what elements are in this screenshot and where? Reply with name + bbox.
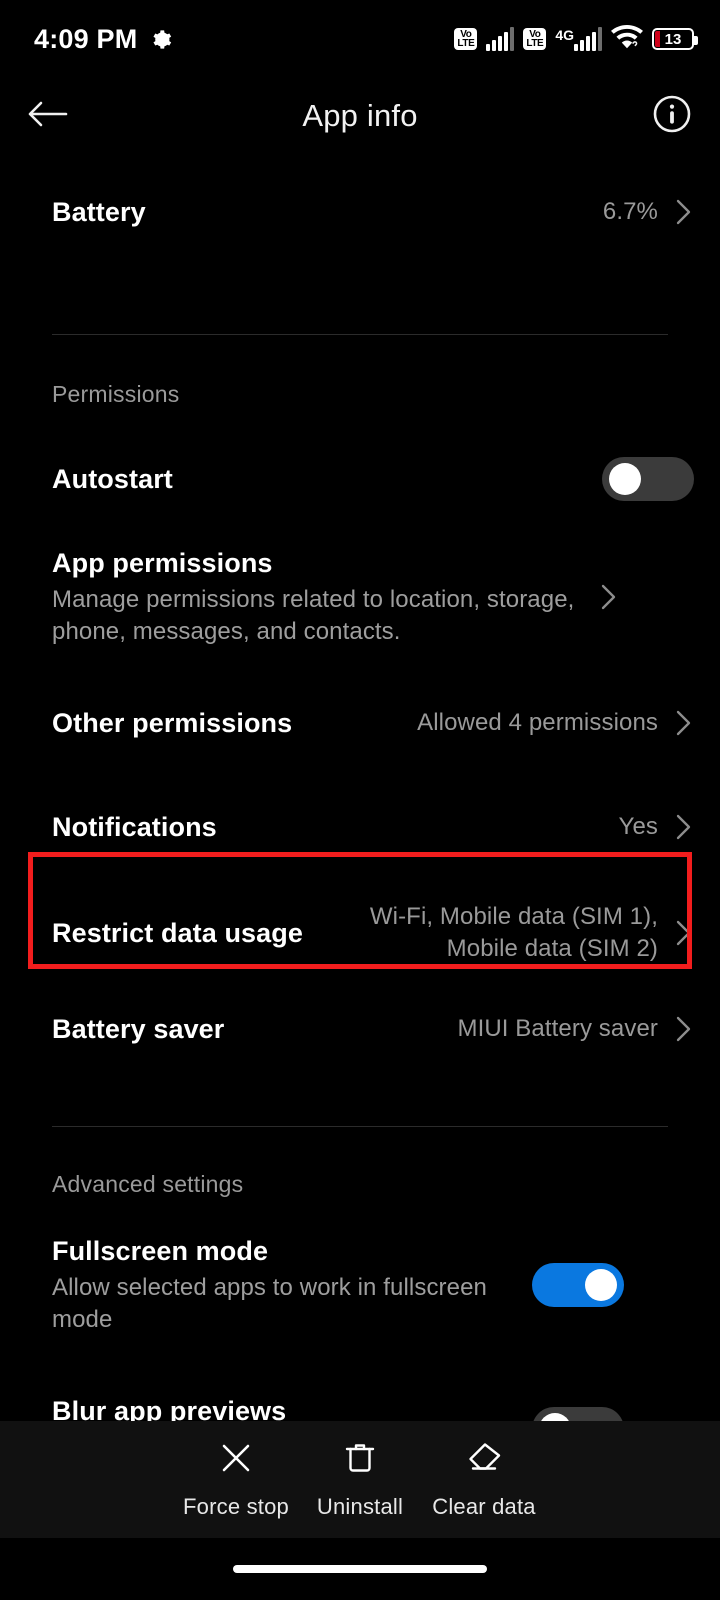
row-restrict-data-usage[interactable]: Restrict data usage Wi-Fi, Mobile data (… bbox=[0, 875, 720, 990]
info-circle-icon bbox=[652, 94, 692, 139]
row-battery-saver[interactable]: Battery saver MIUI Battery saver bbox=[0, 990, 720, 1068]
section-header-advanced-settings: Advanced settings bbox=[52, 1171, 244, 1197]
uninstall-label: Uninstall bbox=[316, 1494, 404, 1519]
row-fullscreen-mode-title: Fullscreen mode bbox=[52, 1236, 269, 1266]
status-bar-right: Vo LTE Vo LTE 4G 13 bbox=[454, 24, 698, 54]
row-autostart-main: Autostart bbox=[52, 462, 602, 496]
bottom-action-bar: Force stop Uninstall Clear data bbox=[0, 1421, 720, 1538]
clear-data-button[interactable]: Clear data bbox=[422, 1439, 546, 1520]
clear-data-label: Clear data bbox=[432, 1494, 536, 1519]
row-autostart[interactable]: Autostart bbox=[0, 441, 720, 517]
fullscreen-mode-toggle[interactable] bbox=[532, 1263, 624, 1307]
row-battery-main: Battery bbox=[52, 195, 603, 229]
row-notifications[interactable]: Notifications Yes bbox=[0, 789, 720, 865]
eraser-icon bbox=[465, 1439, 503, 1482]
network-type-label: 4G bbox=[555, 27, 574, 43]
back-button[interactable] bbox=[0, 78, 96, 154]
page-title: App info bbox=[302, 98, 418, 133]
status-bar-clock: 4:09 PM bbox=[34, 23, 138, 54]
uninstall-button[interactable]: Uninstall bbox=[298, 1439, 422, 1520]
battery-icon: 13 bbox=[652, 28, 698, 50]
signal-bars-sim1-icon bbox=[486, 27, 515, 51]
row-app-permissions-main: App permissions Manage permissions relat… bbox=[52, 546, 597, 648]
mobile-network-sim2-group: 4G bbox=[555, 27, 602, 51]
row-autostart-title: Autostart bbox=[52, 464, 173, 494]
row-restrict-data-usage-title: Restrict data usage bbox=[52, 917, 303, 948]
status-bar-left: 4:09 PM bbox=[34, 24, 172, 55]
force-stop-button[interactable]: Force stop bbox=[174, 1439, 298, 1520]
battery-percent-label: 13 bbox=[664, 30, 682, 48]
autostart-toggle-knob bbox=[609, 463, 641, 495]
volte-sim2-icon: Vo LTE bbox=[523, 28, 547, 50]
chevron-right-icon bbox=[597, 583, 619, 611]
row-battery-value: 6.7% bbox=[602, 198, 658, 225]
row-notifications-main: Notifications bbox=[52, 810, 619, 844]
row-other-permissions-title: Other permissions bbox=[52, 708, 293, 738]
chevron-right-icon bbox=[672, 1015, 694, 1043]
volte-sim1-icon: Vo LTE bbox=[454, 28, 478, 50]
phone-screen: 4:09 PM Vo LTE Vo LTE 4G 13 App info Bat… bbox=[0, 0, 720, 1600]
home-indicator-area bbox=[0, 1538, 720, 1600]
signal-bars-sim2-icon bbox=[574, 27, 602, 51]
row-battery-title: Battery bbox=[52, 197, 146, 227]
row-battery[interactable]: Battery 6.7% bbox=[0, 154, 720, 270]
chevron-right-icon bbox=[672, 709, 694, 737]
row-other-permissions-value: Allowed 4 permissions bbox=[417, 709, 658, 736]
chevron-right-icon bbox=[672, 813, 694, 841]
autostart-toggle[interactable] bbox=[602, 457, 694, 501]
row-app-permissions-subtitle: Manage permissions related to location, … bbox=[52, 586, 575, 645]
chevron-right-icon bbox=[672, 919, 694, 947]
row-battery-saver-value: MIUI Battery saver bbox=[457, 1015, 658, 1042]
row-restrict-data-usage-value: Wi-Fi, Mobile data (SIM 1), Mobile data … bbox=[369, 902, 658, 962]
row-battery-saver-title: Battery saver bbox=[52, 1014, 225, 1044]
section-header-permissions: Permissions bbox=[52, 381, 180, 407]
wifi-icon bbox=[611, 24, 643, 54]
force-stop-label: Force stop bbox=[183, 1494, 289, 1519]
trash-icon bbox=[341, 1439, 379, 1482]
row-fullscreen-mode-main: Fullscreen mode Allow selected apps to w… bbox=[52, 1234, 532, 1336]
close-x-icon bbox=[217, 1439, 255, 1482]
row-restrict-data-usage-main: Restrict data usage bbox=[52, 916, 368, 950]
back-arrow-icon bbox=[26, 97, 70, 136]
row-fullscreen-mode-subtitle: Allow selected apps to work in fullscree… bbox=[52, 1274, 487, 1333]
row-other-permissions-main: Other permissions bbox=[52, 706, 417, 740]
settings-list: Battery 6.7% Permissions Autostart App p… bbox=[0, 154, 720, 1489]
status-bar: 4:09 PM Vo LTE Vo LTE 4G 13 bbox=[0, 0, 720, 78]
row-battery-saver-main: Battery saver bbox=[52, 1012, 457, 1046]
home-indicator[interactable] bbox=[233, 1565, 487, 1573]
app-info-button[interactable] bbox=[624, 78, 720, 154]
gear-icon bbox=[149, 28, 172, 51]
row-notifications-value: Yes bbox=[618, 813, 658, 840]
row-other-permissions[interactable]: Other permissions Allowed 4 permissions bbox=[0, 685, 720, 761]
app-bar: App info bbox=[0, 78, 720, 154]
row-app-permissions-title: App permissions bbox=[52, 548, 273, 578]
row-fullscreen-mode[interactable]: Fullscreen mode Allow selected apps to w… bbox=[0, 1225, 720, 1345]
chevron-right-icon bbox=[672, 198, 694, 226]
row-notifications-title: Notifications bbox=[52, 812, 217, 842]
fullscreen-mode-toggle-knob bbox=[585, 1269, 617, 1301]
row-app-permissions[interactable]: App permissions Manage permissions relat… bbox=[0, 533, 720, 661]
